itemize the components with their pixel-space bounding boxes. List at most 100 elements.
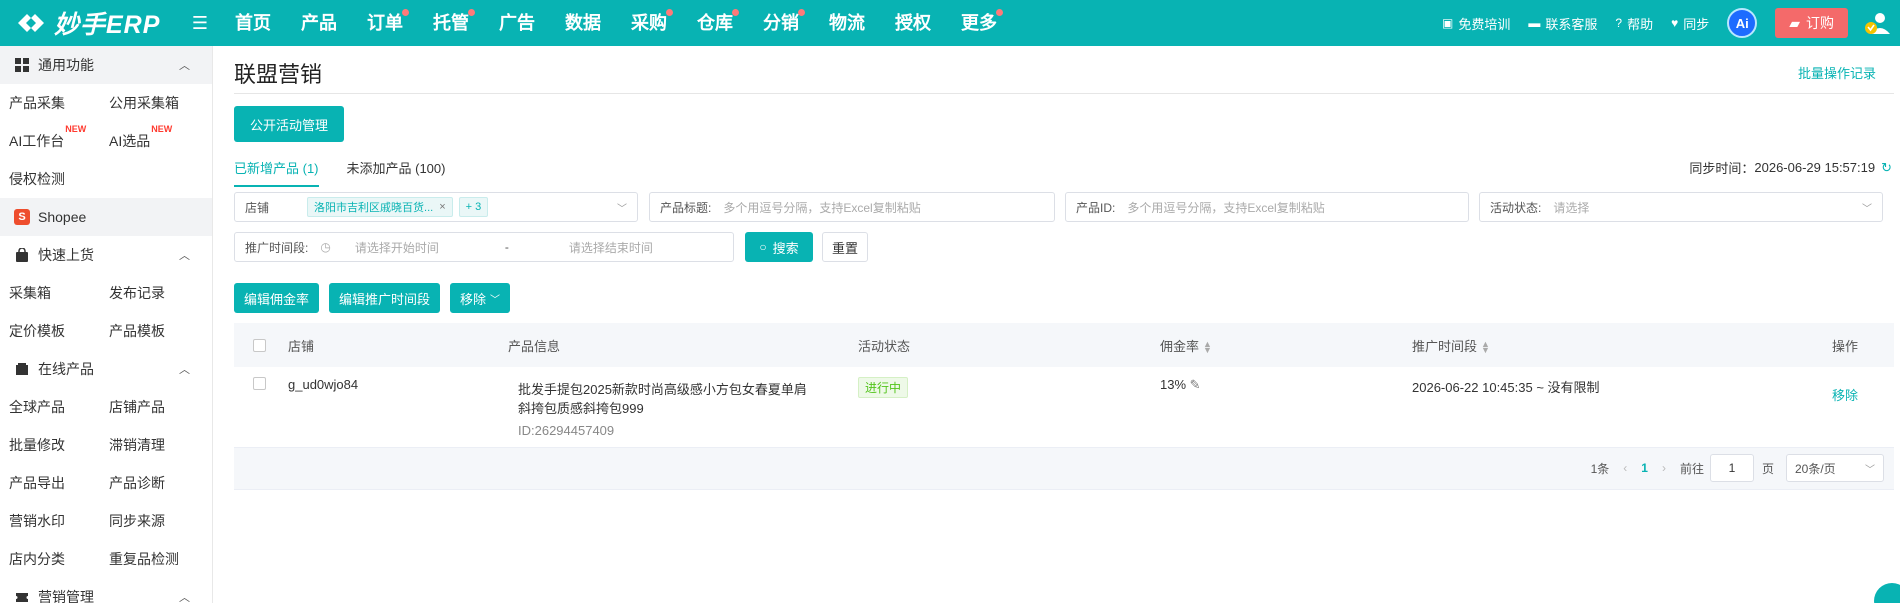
sidebar-item-public-collect-box[interactable]: 公用采集箱 (100, 93, 200, 113)
chat-icon: ▬ (1528, 16, 1541, 30)
nav-item-10[interactable]: 授权 (880, 0, 946, 46)
sidebar-item-slow-sale-cleanup[interactable]: 滞销清理 (100, 435, 200, 455)
sidebar-item-collect-box[interactable]: 采集箱 (0, 283, 100, 303)
sidebar-item-global-products[interactable]: 全球产品 (0, 397, 100, 417)
sync-link[interactable]: ♥ 同步 (1671, 14, 1709, 33)
nav-item-2[interactable]: 订单 (352, 0, 418, 46)
sidebar-item-pricing-template[interactable]: 定价模板 (0, 321, 100, 341)
reset-button[interactable]: 重置 (822, 232, 868, 262)
product-title-line[interactable]: 斜挎包质感斜挎包999 (518, 398, 644, 417)
refresh-icon[interactable]: ↻ (1881, 160, 1892, 176)
sidebar-platform-shopee[interactable]: S Shopee (0, 198, 212, 236)
sync-time: 同步时间： 2026-06-29 15:57:19 ↻ (1689, 159, 1892, 177)
monitor-icon: ▣ (1442, 16, 1454, 30)
sidebar-group-general[interactable]: 通用功能 ︿ (0, 46, 212, 84)
row-checkbox[interactable] (253, 377, 266, 390)
table-header: 店铺 产品信息 活动状态 佣金率 ▲ ▼ 推广时间段 ▲ ▼ 操作 (234, 323, 1894, 367)
commission-header[interactable]: 佣金率 ▲ ▼ (1160, 336, 1212, 355)
order-button[interactable]: ▰ 订购 (1775, 8, 1848, 38)
pagination: 1条 ‹ 1 › 前往 1 页 20条/页 ﹀ (1591, 454, 1884, 482)
tab-added-products[interactable]: 已新增产品 (1) (234, 158, 319, 187)
sidebar-item-product-export[interactable]: 产品导出 (0, 473, 100, 493)
edit-period-button[interactable]: 编辑推广时间段 (329, 283, 441, 313)
sidebar-item-duplicate-check[interactable]: 重复品检测 (100, 549, 200, 569)
sidebar-item-batch-edit[interactable]: 批量修改 (0, 435, 100, 455)
sidebar-item-marketing-watermark[interactable]: 营销水印 (0, 511, 100, 531)
sidebar-item-product-template[interactable]: 产品模板 (100, 321, 200, 341)
select-all-checkbox[interactable] (253, 339, 266, 352)
activity-status-select[interactable]: 活动状态: 请选择 ﹀ (1479, 192, 1883, 222)
nav-item-5[interactable]: 数据 (550, 0, 616, 46)
box-icon (14, 361, 30, 377)
menu-toggle-icon[interactable]: ☰ (190, 13, 210, 33)
remove-dropdown-button[interactable]: 移除 ﹀ (450, 283, 511, 313)
brand-logo[interactable]: 妙手ERP (0, 0, 180, 46)
nav-item-9[interactable]: 物流 (814, 0, 880, 46)
search-icon: ○ (759, 240, 767, 254)
batch-operation-log-link[interactable]: 批量操作记录 (1798, 63, 1876, 82)
top-bar: 妙手ERP ☰ 首页 产品 订单 托管 广告 数据 采购 仓库 分销 物流 授权 更多 ▣ 免费培训 ▬… (0, 0, 1900, 46)
product-id-input[interactable]: 产品ID: 多个用逗号分隔，支持Excel复制粘贴 (1065, 192, 1469, 222)
sidebar-item-infringement-check[interactable]: 侵权检测 (0, 169, 100, 189)
main-nav: 首页 产品 订单 托管 广告 数据 采购 仓库 分销 物流 授权 更多 (220, 0, 1012, 46)
sidebar-group-quick-upload[interactable]: 快速上货 ︿ (0, 236, 212, 274)
sidebar-item-ai-selection[interactable]: AI选品 NEW (100, 124, 200, 151)
sidebar-group-marketing[interactable]: 营销管理 ︿ (0, 578, 212, 603)
help-link[interactable]: ? 帮助 (1615, 14, 1653, 33)
shop-select[interactable]: 店铺 洛阳市吉利区戚晓百货... × + 3 ﹀ (234, 192, 638, 222)
chat-widget-button[interactable] (1874, 583, 1900, 603)
user-avatar-icon[interactable] (1862, 8, 1892, 38)
chevron-down-icon: ﹀ (490, 294, 501, 306)
nav-item-0[interactable]: 首页 (220, 0, 286, 46)
chevron-up-icon: ︿ (179, 592, 190, 603)
chevron-up-icon: ︿ (179, 60, 190, 72)
contact-support-link[interactable]: ▬ 联系客服 (1528, 14, 1597, 33)
goto-page-input[interactable]: 1 (1709, 454, 1754, 482)
page-number[interactable]: 1 (1641, 461, 1648, 475)
remove-link[interactable]: 移除 (1832, 385, 1858, 404)
sidebar-item-shop-category[interactable]: 店内分类 (0, 549, 100, 569)
prev-page-icon[interactable]: ‹ (1623, 461, 1627, 475)
nav-item-7[interactable]: 仓库 (682, 0, 748, 46)
sidebar-item-publish-records[interactable]: 发布记录 (100, 283, 200, 303)
end-time-input[interactable]: 请选择结束时间 (569, 239, 653, 256)
sidebar: 通用功能 ︿ 产品采集 公用采集箱 AI工作台 NEW AI选品 NEW 侵权检测 … (0, 46, 213, 603)
shopee-icon: S (14, 209, 30, 225)
pagination-bar: 1条 ‹ 1 › 前往 1 页 20条/页 ﹀ (234, 448, 1894, 490)
search-button[interactable]: ○ 搜索 (745, 232, 813, 262)
notification-dot (732, 9, 739, 16)
page-size-select[interactable]: 20条/页 ﹀ (1786, 454, 1884, 482)
edit-icon[interactable]: ✎ (1190, 377, 1201, 392)
ai-assistant-button[interactable]: Ai (1727, 8, 1758, 38)
notification-dot (468, 9, 475, 16)
promotion-period-picker[interactable]: 推广时间段: ◷ 请选择开始时间 - 请选择结束时间 (234, 232, 734, 262)
sidebar-item-product-collect[interactable]: 产品采集 (0, 93, 100, 113)
start-time-input[interactable]: 请选择开始时间 (355, 239, 505, 256)
free-training-link[interactable]: ▣ 免费培训 (1442, 14, 1510, 33)
table-row: g_ud0wjo84 批发手提包2025新款时尚高级感小方包女春夏单肩 斜挎包质… (234, 367, 1894, 448)
period-header[interactable]: 推广时间段 ▲ ▼ (1412, 336, 1490, 355)
main-content: 联盟营销 批量操作记录 公开活动管理 已新增产品 (1) 未添加产品 (100)… (213, 46, 1900, 603)
sidebar-group-online-products[interactable]: 在线产品 ︿ (0, 350, 212, 388)
product-title-line[interactable]: 批发手提包2025新款时尚高级感小方包女春夏单肩 (518, 379, 807, 398)
sidebar-item-product-diagnosis[interactable]: 产品诊断 (100, 473, 200, 493)
sidebar-item-ai-workbench[interactable]: AI工作台 NEW (0, 124, 100, 151)
nav-item-8[interactable]: 分销 (748, 0, 814, 46)
product-title-input[interactable]: 产品标题: 多个用逗号分隔，支持Excel复制粘贴 (649, 192, 1055, 222)
top-right-tools: ▣ 免费培训 ▬ 联系客服 ? 帮助 ♥ 同步 Ai ▰ 订购 (1442, 0, 1900, 46)
nav-item-11[interactable]: 更多 (946, 0, 1012, 46)
commission-value[interactable]: 13% ✎ (1160, 377, 1201, 393)
next-page-icon[interactable]: › (1662, 461, 1666, 475)
nav-item-1[interactable]: 产品 (286, 0, 352, 46)
notification-dot (402, 9, 409, 16)
close-icon[interactable]: × (439, 201, 445, 213)
sidebar-item-shop-products[interactable]: 店铺产品 (100, 397, 200, 417)
tab-not-added-products[interactable]: 未添加产品 (100) (347, 158, 446, 187)
sidebar-item-sync-source[interactable]: 同步来源 (100, 511, 200, 531)
nav-item-4[interactable]: 广告 (484, 0, 550, 46)
open-activity-management-button[interactable]: 公开活动管理 (234, 106, 344, 142)
notification-dot (666, 9, 673, 16)
nav-item-3[interactable]: 托管 (418, 0, 484, 46)
nav-item-6[interactable]: 采购 (616, 0, 682, 46)
edit-commission-button[interactable]: 编辑佣金率 (234, 283, 320, 313)
